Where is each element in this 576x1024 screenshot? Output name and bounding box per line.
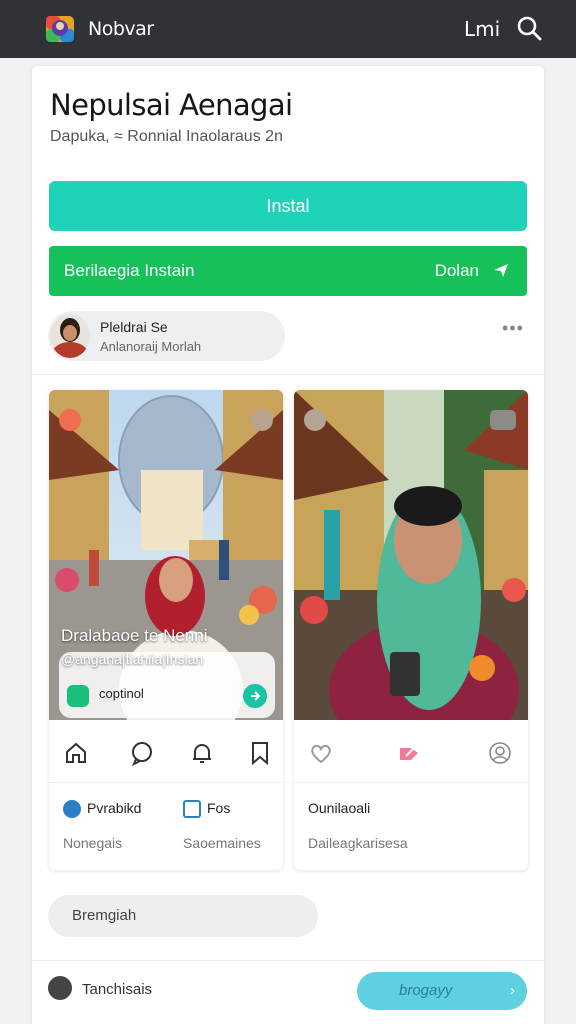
search-icon[interactable] (515, 14, 543, 42)
author-avatar (50, 314, 90, 358)
forward-icon[interactable] (243, 684, 267, 708)
arrow-icon: › (510, 982, 515, 999)
share-icon[interactable] (396, 740, 422, 766)
profile-icon (63, 800, 81, 818)
post-card[interactable]: Ounilaoali Daileagkarisesa (294, 390, 528, 870)
check-icon (67, 685, 89, 707)
home-icon[interactable] (63, 740, 89, 766)
post-meta-sub: Daileagkarisesa (308, 835, 408, 851)
post-overlay-title: Dralabaoe te Nenni (61, 626, 208, 645)
post-actions (294, 721, 528, 783)
post-meta-right: Fos (207, 800, 231, 816)
app-logo-icon[interactable] (44, 12, 76, 44)
divider (32, 374, 544, 375)
author-name: Pleldrai Se (100, 319, 168, 335)
install-button[interactable]: Instal (49, 181, 527, 231)
top-right-label[interactable]: Lmi (464, 17, 500, 41)
post-meta-sub-left: Nonegais (63, 835, 123, 851)
bookmark-icon[interactable] (247, 740, 273, 766)
divider (32, 960, 544, 961)
comment-input[interactable]: Bremgiah (48, 895, 318, 937)
footer-action-button[interactable]: brogayy › (357, 972, 527, 1010)
send-icon (494, 264, 508, 277)
user-icon[interactable] (487, 740, 513, 766)
footer-avatar (48, 976, 72, 1000)
footer-button-label: brogayy (399, 982, 453, 999)
top-bar: Nobvar Lmi (0, 0, 576, 58)
comment-placeholder: Bremgiah (72, 907, 137, 924)
post-meta-title: Ounilaoali (308, 800, 371, 816)
post-card[interactable]: coptinol Dralabaoe te Nenni @angana|tiah… (49, 390, 283, 870)
secondary-install-label: Berilaegia Instain (64, 261, 195, 280)
author-chip[interactable]: Pleldrai Se Anlanoraij Morlah (48, 311, 285, 361)
app-name: Nobvar (88, 18, 154, 40)
bell-icon[interactable] (189, 740, 215, 766)
post-image[interactable] (294, 390, 528, 720)
square-icon (183, 800, 201, 818)
post-meta-left: Pvrabikd (87, 800, 142, 816)
post-overlay-handle: @angana|tiahiia|Insian (61, 651, 204, 667)
footer-label: Tanchisais (82, 981, 153, 998)
more-options-icon[interactable]: ••• (502, 318, 524, 339)
comment-icon[interactable] (129, 740, 155, 766)
post-actions (49, 721, 283, 783)
overlay-pill-label: coptinol (99, 686, 144, 701)
page-title: Nepulsai Aenagai (50, 88, 293, 122)
secondary-install-right-label: Dolan (434, 261, 479, 280)
author-subtitle: Anlanoraij Morlah (100, 339, 202, 354)
post-meta-sub-right: Saoemaines (183, 835, 261, 851)
heart-icon[interactable] (308, 740, 334, 766)
secondary-install-button[interactable]: Berilaegia Instain Dolan (49, 246, 527, 296)
page-subtitle: Dapuka, ≈ Ronnial Inaolaraus 2n (50, 128, 283, 145)
